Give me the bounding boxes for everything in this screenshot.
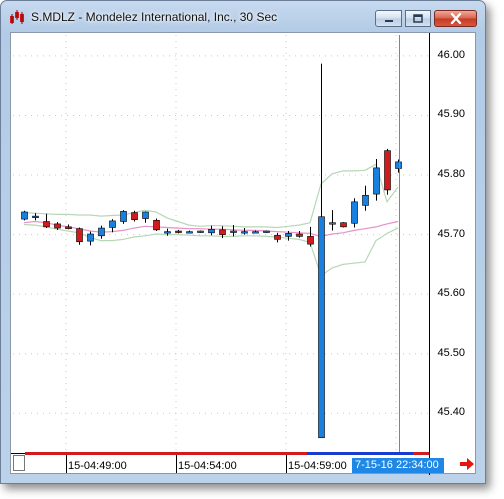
candle-down — [384, 150, 391, 191]
chart-area[interactable]: 46.00 45.90 45.80 45.70 45.60 45.50 45.40 15-0… — [10, 32, 477, 475]
price-tick-label: 45.70 — [437, 227, 465, 240]
candle-down — [65, 226, 72, 229]
candle-up — [230, 230, 237, 233]
candle-up — [197, 230, 204, 233]
candle-up — [120, 211, 127, 222]
candle-up — [186, 231, 193, 234]
candle-up — [373, 167, 380, 195]
close-icon — [450, 13, 461, 24]
candle-down — [76, 228, 83, 243]
maximize-icon — [413, 14, 423, 23]
window-title: S.MDLZ - Mondelez International, Inc., 3… — [31, 10, 278, 24]
candle-up — [263, 230, 270, 233]
candle-up — [87, 233, 94, 242]
candle-down — [153, 220, 160, 231]
candle-down — [274, 234, 281, 240]
time-cursor-label: 7-15-16 22:34:00 — [352, 458, 444, 473]
candle-up — [395, 161, 402, 169]
candle-up — [164, 231, 171, 234]
time-tick-label: 15-04:54:00 — [178, 460, 237, 472]
candle-up — [252, 231, 259, 234]
candle-down — [340, 222, 347, 228]
price-tick-label: 45.90 — [437, 108, 465, 121]
candle-up — [32, 215, 39, 218]
stock-chart-icon — [10, 10, 24, 24]
price-tick-label: 45.80 — [437, 168, 465, 181]
price-tick-label: 45.60 — [437, 287, 465, 300]
candle-down — [296, 233, 303, 237]
candle-up — [142, 211, 149, 219]
chart-window: S.MDLZ - Mondelez International, Inc., 3… — [0, 0, 486, 484]
timeline-cursor-band — [307, 452, 413, 455]
candle-down — [131, 212, 138, 221]
price-chart[interactable] — [11, 33, 477, 475]
candle-up — [98, 227, 105, 237]
scroll-start-box[interactable] — [13, 455, 25, 471]
candle-up — [208, 228, 215, 234]
close-button[interactable] — [434, 10, 477, 27]
candle-up — [351, 201, 358, 224]
maximize-button[interactable] — [405, 10, 431, 27]
candle-up — [318, 216, 325, 439]
time-tick-label: 15-04:49:00 — [68, 460, 127, 472]
candle-down — [175, 230, 182, 233]
candle-up — [241, 231, 248, 234]
price-tick-label: 45.40 — [437, 406, 465, 419]
minimize-button[interactable] — [375, 10, 402, 27]
red-right-arrow-icon[interactable] — [459, 457, 475, 471]
bollinger-upper-line — [23, 163, 399, 229]
candle-down — [43, 221, 50, 228]
candle-down — [307, 236, 314, 245]
price-tick-label: 46.00 — [437, 48, 465, 61]
candle-up — [329, 222, 336, 225]
candle-down — [54, 223, 61, 229]
candle-up — [285, 233, 292, 237]
candle-down — [219, 229, 226, 235]
title-bar[interactable]: S.MDLZ - Mondelez International, Inc., 3… — [1, 1, 485, 31]
candle-up — [21, 211, 28, 220]
candle-up — [109, 220, 116, 228]
price-tick-label: 45.50 — [437, 346, 465, 359]
candle-up — [362, 194, 369, 206]
minimize-icon — [384, 19, 393, 22]
time-tick-label: 15-04:59:00 — [288, 460, 347, 472]
